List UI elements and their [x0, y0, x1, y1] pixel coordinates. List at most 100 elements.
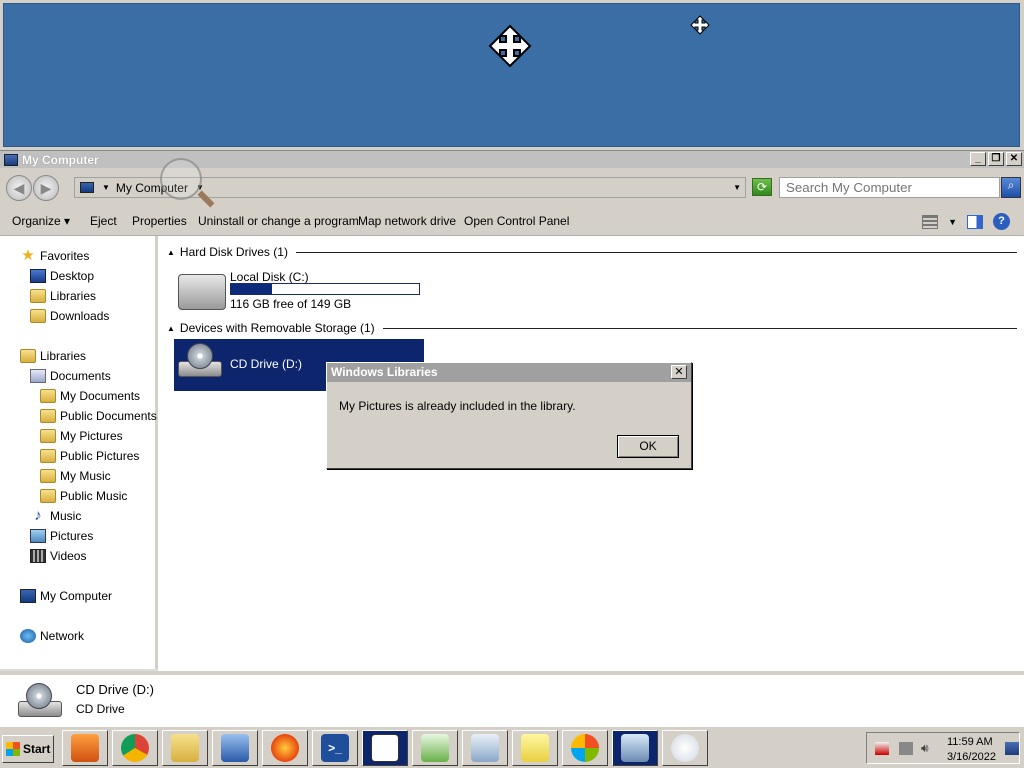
media-player-glyph: [71, 734, 99, 762]
nav-public-documents[interactable]: Public Documents: [40, 407, 157, 425]
explorer-glyph: [171, 734, 199, 762]
nav-desktop[interactable]: Desktop: [30, 267, 94, 285]
removable-storage-group[interactable]: ▲ Devices with Removable Storage (1): [167, 321, 1017, 335]
nav-videos[interactable]: Videos: [30, 547, 86, 565]
nav-my-pictures[interactable]: My Pictures: [40, 427, 123, 445]
nav-downloads[interactable]: Downloads: [30, 307, 109, 325]
nav-favorites[interactable]: ★ Favorites: [20, 247, 89, 265]
ok-button[interactable]: OK: [617, 435, 679, 458]
nav-public-music[interactable]: Public Music: [40, 487, 127, 505]
solitaire-icon[interactable]: [362, 730, 408, 766]
breadcrumb-arrow-icon[interactable]: ▼: [102, 183, 110, 192]
file-explorer-icon[interactable]: [162, 730, 208, 766]
solitaire-glyph: [371, 734, 399, 762]
nav-public-pictures[interactable]: Public Pictures: [40, 447, 139, 465]
chrome-icon[interactable]: [112, 730, 158, 766]
dialog-title[interactable]: Windows Libraries: [327, 363, 691, 382]
calculator-icon[interactable]: [612, 730, 658, 766]
nav-pictures[interactable]: Pictures: [30, 527, 93, 545]
nav-favorites-label: Favorites: [40, 249, 90, 263]
change-view-icon[interactable]: [922, 214, 939, 229]
open-control-panel-button[interactable]: Open Control Panel: [464, 214, 569, 228]
videos-icon: [30, 549, 46, 563]
disk-capacity-fill: [231, 284, 273, 294]
organize-button[interactable]: Organize ▾: [12, 214, 70, 228]
nav-my-music[interactable]: My Music: [40, 467, 111, 485]
properties-button[interactable]: Properties: [132, 214, 187, 228]
organize-label: Organize: [12, 214, 61, 228]
folder-icon: [40, 489, 56, 503]
eject-button[interactable]: Eject: [90, 214, 117, 228]
nav-pictures-label: Pictures: [50, 529, 94, 543]
address-history-dropdown[interactable]: ▼: [733, 183, 741, 192]
cd-disc: [26, 683, 52, 709]
hard-disk-drives-group[interactable]: ▲ Hard Disk Drives (1): [167, 245, 1017, 259]
view-dropdown-icon[interactable]: ▼: [948, 217, 957, 227]
nav-music[interactable]: ♪ Music: [30, 507, 81, 525]
uninstall-program-button[interactable]: Uninstall or change a program: [198, 214, 359, 228]
remote-desktop-glyph: [221, 734, 249, 762]
windows-glyph: [571, 734, 599, 762]
paint-glyph: [671, 734, 699, 762]
collapse-triangle-icon[interactable]: ▲: [167, 248, 175, 257]
magnifier-cursor-icon: [160, 158, 202, 200]
clock-date[interactable]: 3/16/2022: [947, 751, 996, 763]
nav-network[interactable]: Network: [20, 627, 84, 645]
preview-pane-icon[interactable]: [967, 214, 983, 229]
show-desktop-icon[interactable]: [1005, 742, 1019, 755]
network-tray-icon[interactable]: [899, 742, 913, 755]
nav-my-computer[interactable]: My Computer: [20, 587, 112, 605]
dialog-close-button[interactable]: ✕: [671, 365, 687, 379]
nav-libraries-fav[interactable]: Libraries: [30, 287, 96, 305]
refresh-button[interactable]: ⟳: [752, 178, 772, 196]
removable-storage-header: Devices with Removable Storage (1): [179, 321, 375, 335]
action-center-flag-icon[interactable]: [875, 742, 889, 755]
start-button[interactable]: Start: [2, 735, 54, 763]
collapse-triangle-icon[interactable]: ▲: [167, 324, 175, 333]
taskbar: Start >_ 🔊︎ 11:59 AM 3/16/2022: [0, 726, 1024, 768]
local-disk-item[interactable]: Local Disk (C:) 116 GB free of 149 GB: [174, 264, 434, 312]
folder-icon: [40, 449, 56, 463]
windows-flag-icon: [6, 742, 20, 756]
close-button[interactable]: ✕: [1006, 152, 1022, 166]
hard-disk-drives-header: Hard Disk Drives (1): [179, 245, 288, 259]
firefox-icon[interactable]: [262, 730, 308, 766]
clock-time[interactable]: 11:59 AM: [947, 736, 993, 748]
downloads-icon: [30, 309, 46, 323]
help-icon[interactable]: ?: [993, 213, 1010, 230]
nav-my-documents[interactable]: My Documents: [40, 387, 140, 405]
network-icon: [20, 629, 36, 643]
volume-icon[interactable]: 🔊︎: [921, 742, 935, 755]
chrome-glyph: [121, 734, 149, 762]
sticky-notes-icon[interactable]: [512, 730, 558, 766]
system-tray: 🔊︎ 11:59 AM 3/16/2022: [866, 732, 1020, 764]
paint-icon[interactable]: [662, 730, 708, 766]
nav-libraries[interactable]: Libraries: [20, 347, 86, 365]
search-input[interactable]: [779, 177, 1000, 198]
restore-button[interactable]: ❐: [988, 152, 1004, 166]
map-network-drive-button[interactable]: Map network drive: [358, 214, 456, 228]
nav-my-computer-label: My Computer: [40, 589, 113, 603]
command-bar: Organize ▾ Eject Properties Uninstall or…: [0, 206, 1024, 236]
notepad-icon[interactable]: [462, 730, 508, 766]
title-bar[interactable]: My Computer _ ❐ ✕: [0, 151, 1024, 168]
back-button[interactable]: ◀: [6, 175, 32, 201]
nav-documents[interactable]: Documents: [30, 367, 111, 385]
windows-logo-icon[interactable]: [562, 730, 608, 766]
nav-libraries-label: Libraries: [40, 349, 87, 363]
computer-icon: [4, 153, 18, 166]
minimize-button[interactable]: _: [970, 152, 986, 166]
libraries-icon: [30, 289, 46, 303]
remote-desktop-icon[interactable]: [212, 730, 258, 766]
powershell-icon[interactable]: >_: [312, 730, 358, 766]
cd-drive-icon: [16, 681, 64, 721]
paint-chart-icon[interactable]: [412, 730, 458, 766]
hard-drive-icon: [178, 274, 226, 310]
media-player-icon[interactable]: [62, 730, 108, 766]
cd-drive-name: CD Drive (D:): [230, 357, 302, 371]
group-divider: [295, 251, 1017, 253]
desktop-icon: [30, 269, 46, 283]
forward-button[interactable]: ▶: [33, 175, 59, 201]
search-icon[interactable]: ⌕: [1001, 177, 1021, 198]
documents-icon: [30, 369, 46, 383]
